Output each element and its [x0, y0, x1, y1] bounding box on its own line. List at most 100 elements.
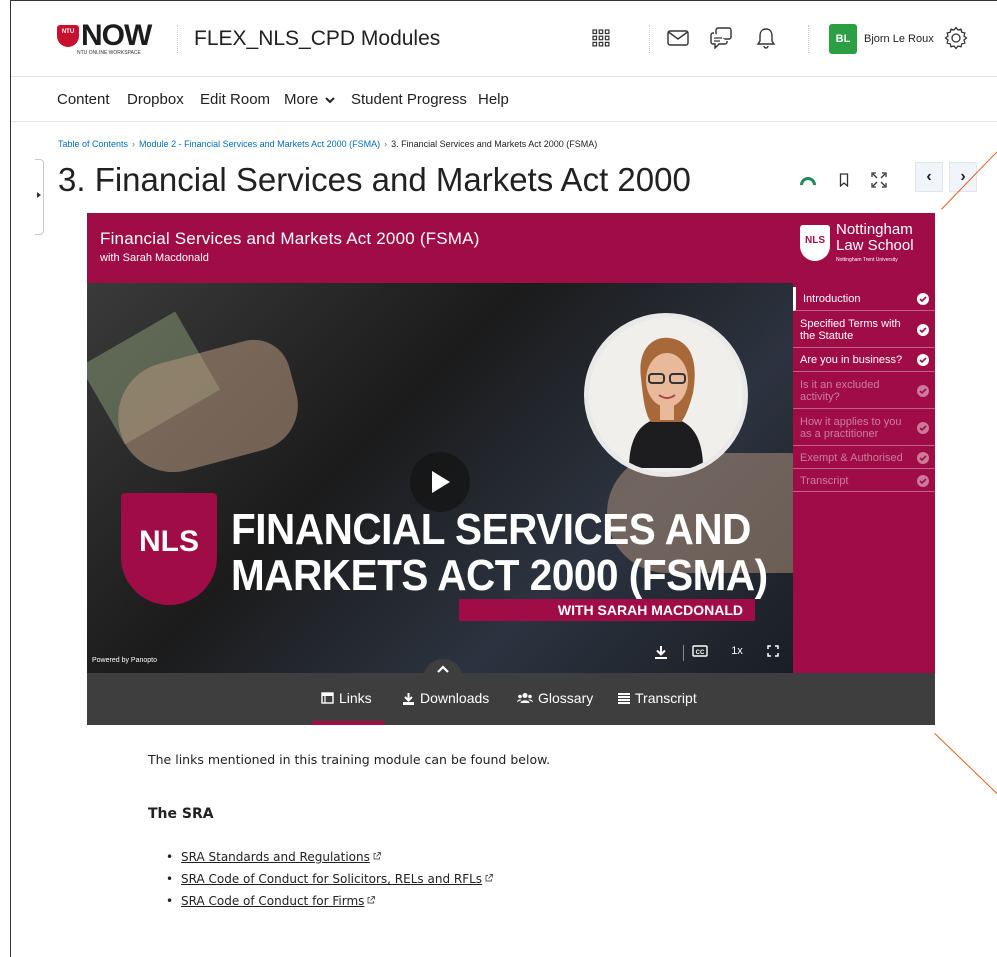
external-link-icon[interactable] [373, 852, 381, 860]
chapter-item[interactable]: Transcript [793, 470, 935, 492]
nls-university: Nottingham Trent University [836, 257, 898, 263]
download-icon[interactable] [653, 645, 669, 659]
player-tabs: Links Downloads Glossary Transcript [87, 659, 935, 725]
nls-video-shield: NLS [121, 493, 217, 605]
list-item: SRA Code of Conduct for Solicitors, RELs… [166, 872, 494, 894]
nls-name-line2: Law School [836, 237, 914, 254]
ntu-shield-icon: NTU [57, 25, 79, 47]
logo-subtitle: NTU ONLINE WORKSPACE [77, 50, 141, 56]
gear-icon[interactable] [943, 25, 969, 51]
tab-transcript[interactable]: Transcript [618, 690, 697, 706]
section-heading: The SRA [148, 806, 214, 822]
active-tab-indicator [312, 721, 384, 725]
tab-links[interactable]: Links [321, 690, 372, 706]
check-icon [917, 474, 929, 487]
chat-icon[interactable] [708, 25, 734, 51]
chapter-item[interactable]: Are you in business? [793, 349, 935, 372]
svg-text:CC: CC [696, 650, 705, 656]
check-icon [917, 384, 929, 397]
nls-video-badge: NLS [139, 525, 199, 558]
breadcrumb-toc[interactable]: Table of Contents [58, 139, 128, 149]
video-title: Financial Services and Markets Act 2000 … [100, 229, 480, 248]
apps-grid-icon[interactable] [588, 25, 614, 51]
chapter-item[interactable]: How it applies to you as a practitioner [793, 410, 935, 446]
breadcrumb: Table of Contents › Module 2 - Financial S… [58, 139, 597, 149]
links-intro: The links mentioned in this training mod… [148, 752, 551, 767]
chapter-label: Is it an excluded activity? [800, 378, 880, 403]
bookmark-icon[interactable] [833, 169, 855, 191]
link-sra-code-firms[interactable]: SRA Code of Conduct for Firms [181, 894, 364, 908]
breadcrumb-separator: › [132, 139, 136, 149]
download-icon [403, 692, 414, 705]
window-icon [321, 692, 334, 704]
links-list: SRA Standards and Regulations SRA Code o… [166, 850, 494, 916]
nls-name-line1: Nottingham [836, 221, 913, 238]
video-fullscreen-icon[interactable] [764, 645, 782, 657]
page-title: 3. Financial Services and Markets Act 20… [58, 161, 691, 198]
top-bar: NTU NOW NTU ONLINE WORKSPACE FLEX_NLS_CP… [11, 1, 997, 77]
link-sra-standards[interactable]: SRA Standards and Regulations [181, 850, 370, 864]
chapter-item[interactable]: Is it an excluded activity? [793, 373, 935, 409]
previous-topic-button[interactable]: ‹ [915, 162, 943, 192]
list-item: SRA Standards and Regulations [166, 850, 493, 872]
nav-content[interactable]: Content [57, 91, 110, 108]
user-name[interactable]: Bjorn Le Roux [864, 33, 934, 45]
check-icon [917, 421, 929, 434]
nav-student-progress[interactable]: Student Progress [351, 91, 467, 108]
nav-dropbox[interactable]: Dropbox [127, 91, 184, 108]
email-icon[interactable] [665, 25, 691, 51]
bell-icon[interactable] [753, 25, 779, 51]
video-area[interactable]: NLS FINANCIAL SERVICES AND MARKETS ACT 2… [87, 283, 793, 673]
chapter-item[interactable]: Exempt & Authorised [793, 447, 935, 469]
now-logo[interactable]: NTU NOW NTU ONLINE WORKSPACE [57, 19, 167, 61]
divider [177, 25, 178, 53]
logo-text: NOW [81, 19, 152, 52]
avatar[interactable]: BL [829, 24, 857, 54]
external-link-icon[interactable] [485, 874, 494, 882]
course-title[interactable]: FLEX_NLS_CPD Modules [194, 27, 440, 51]
video-headline-line1: FINANCIAL SERVICES AND [231, 505, 751, 554]
nls-name: Nottingham Law School [836, 222, 914, 254]
breadcrumb-separator: › [384, 139, 388, 149]
chapter-label: Exempt & Authorised [800, 451, 903, 464]
link-sra-code-solicitors[interactable]: SRA Code of Conduct for Solicitors, RELs… [181, 872, 482, 886]
player-header: Financial Services and Markets Act 2000 … [87, 213, 935, 283]
tab-glossary-label: Glossary [538, 690, 594, 706]
tab-glossary[interactable]: Glossary [517, 690, 593, 706]
play-icon [432, 471, 450, 493]
tab-downloads[interactable]: Downloads [402, 690, 489, 706]
nav-help[interactable]: Help [478, 91, 509, 108]
breadcrumb-module[interactable]: Module 2 - Financial Services and Market… [139, 139, 380, 149]
chapter-label: Transcript [800, 474, 849, 487]
chapter-item[interactable]: Introduction [793, 287, 935, 311]
chevron-down-icon [325, 97, 336, 104]
breadcrumb-current: 3. Financial Services and Markets Act 20… [391, 139, 598, 149]
divider [808, 25, 809, 53]
video-headline-line2: MARKETS ACT 2000 (FSMA) [231, 551, 768, 600]
play-button[interactable] [410, 452, 470, 512]
powered-by: Powered by Panopto [92, 657, 157, 664]
video-subtitle: with Sarah Macdonald [100, 252, 209, 264]
list-icon [618, 692, 630, 704]
chapter-label: Specified Terms with the Statute [800, 317, 901, 342]
presenter-band: WITH SARAH MACDONALD [459, 599, 755, 621]
video-player: Financial Services and Markets Act 2000 … [87, 213, 935, 725]
divider [683, 645, 684, 661]
captions-icon[interactable]: CC [691, 645, 709, 657]
nav-more[interactable]: More [284, 91, 336, 108]
chapter-label: Introduction [803, 292, 861, 305]
chapter-label: How it applies to you as a practitioner [800, 415, 902, 440]
progress-icon[interactable] [797, 169, 819, 191]
fullscreen-icon[interactable] [868, 169, 890, 191]
presenter-portrait [584, 313, 748, 477]
divider [649, 25, 650, 53]
playback-speed[interactable]: 1x [727, 645, 747, 657]
nav-edit-room[interactable]: Edit Room [200, 91, 270, 108]
nav-more-label: More [284, 91, 319, 108]
external-link-icon[interactable] [367, 896, 376, 904]
chapter-item[interactable]: Specified Terms with the Statute [793, 312, 935, 348]
users-icon [517, 693, 533, 703]
check-icon [917, 323, 929, 336]
chapter-list: Introduction Specified Terms with the St… [793, 283, 935, 673]
toc-toggle[interactable] [35, 159, 44, 235]
